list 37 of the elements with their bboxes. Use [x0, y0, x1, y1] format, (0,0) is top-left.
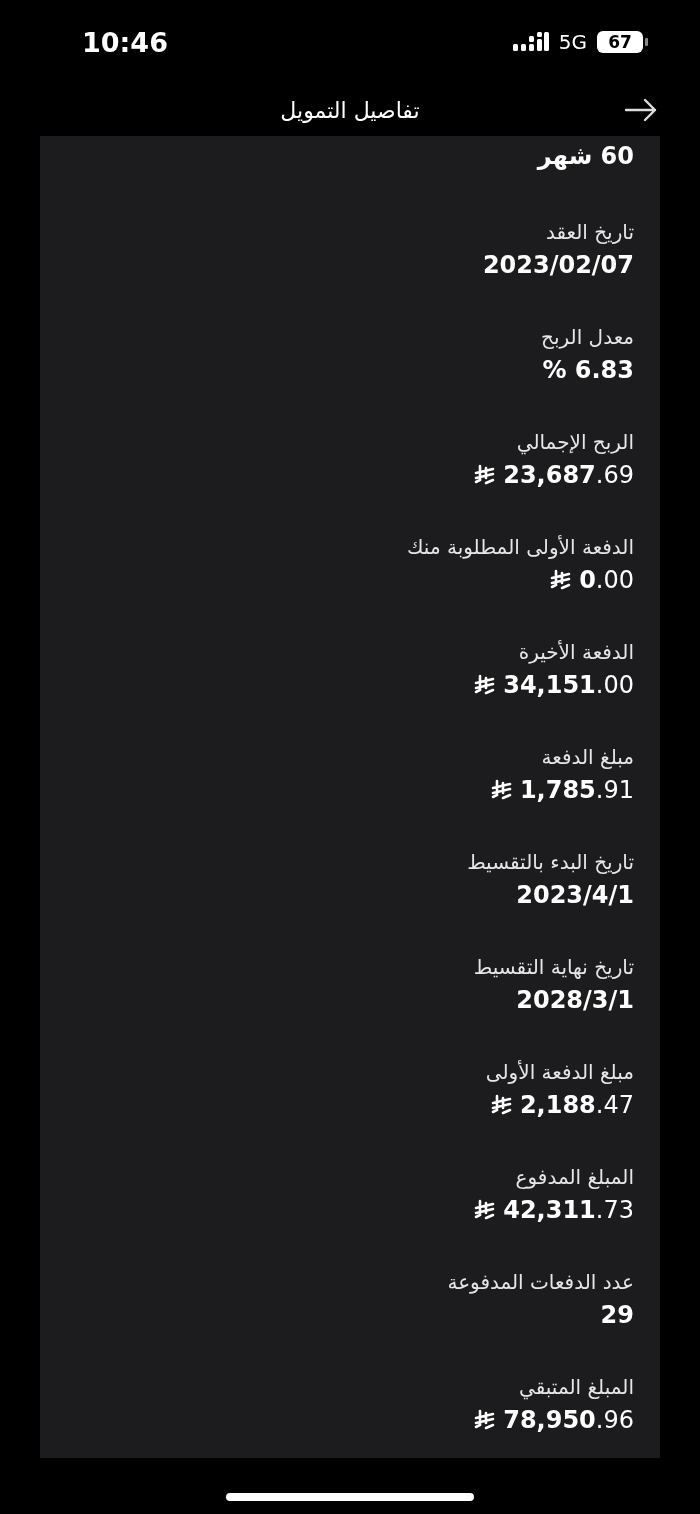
riyal-icon [473, 1408, 496, 1431]
riyal-icon [473, 463, 496, 486]
detail-value: 29 [600, 1299, 634, 1331]
detail-label: تاريخ نهاية التقسيط [473, 953, 634, 981]
detail-label: تاريخ العقد [545, 218, 634, 246]
riyal-icon [489, 1093, 512, 1116]
detail-label: معدل الربح [541, 323, 634, 351]
detail-label: مبلغ الدفعة [541, 743, 634, 771]
network-label: 5G [558, 30, 587, 54]
detail-value: 23,687.69 [503, 459, 634, 491]
detail-value: 42,311.73 [503, 1194, 634, 1226]
detail-label: الدفعة الأولى المطلوبة منك [407, 533, 634, 561]
detail-label: الربح الإجمالي [516, 428, 634, 457]
page-title: تفاصيل التمويل [280, 97, 420, 123]
detail-value: 1,785.91 [519, 774, 634, 806]
detail-value: 2028/3/1 [516, 984, 634, 1016]
signal-icon [512, 31, 549, 53]
status-time: 10:46 [82, 26, 168, 58]
detail-value: 60 شهر [537, 141, 634, 172]
detail-value: 0.00 [579, 564, 634, 596]
detail-value: 6.83 % [542, 354, 634, 386]
riyal-icon [473, 1198, 496, 1221]
detail-value: 2023/4/1 [516, 879, 634, 911]
detail-label: تاريخ البدء بالتقسيط [467, 848, 634, 876]
detail-label: عدد الدفعات المدفوعة [447, 1268, 634, 1296]
back-arrow-icon[interactable] [624, 98, 658, 122]
detail-label: المبلغ المدفوع [515, 1163, 634, 1191]
detail-label: الدفعة الأخيرة [518, 638, 634, 666]
riyal-icon [473, 673, 496, 696]
detail-label: المبلغ المتبقي [519, 1373, 634, 1402]
detail-label: مبلغ الدفعة الأولى [485, 1058, 634, 1086]
detail-value: 34,151.00 [503, 669, 634, 701]
detail-value: 78,950.96 [503, 1404, 634, 1436]
riyal-icon [489, 778, 512, 801]
detail-value: 2,188.47 [519, 1089, 634, 1121]
riyal-icon [549, 568, 572, 591]
detail-value: 2023/02/07 [482, 249, 634, 281]
